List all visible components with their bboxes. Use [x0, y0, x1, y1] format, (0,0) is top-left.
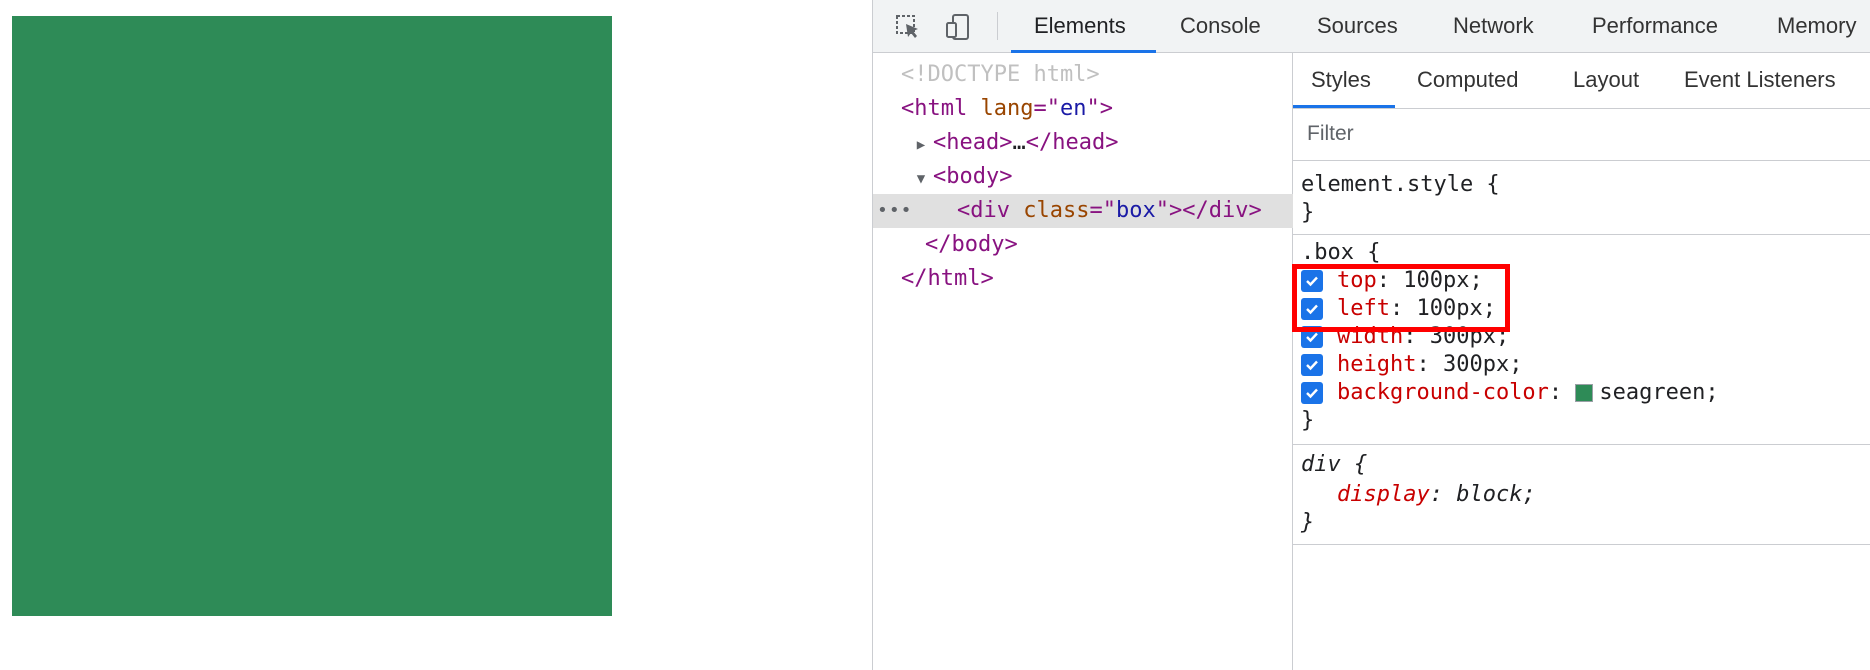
html-close-tag-name: html [927, 266, 981, 291]
subtab-styles[interactable]: Styles [1311, 53, 1371, 107]
element-style-selector[interactable]: element.style { [1301, 171, 1500, 199]
filter-bar [1293, 109, 1870, 161]
page-viewport [0, 0, 872, 670]
head-collapsed-ellipsis[interactable]: … [1012, 130, 1025, 155]
devtools-toolbar: Elements Console Sources Network Perform… [873, 0, 1870, 53]
prop-left-value[interactable]: 100px; [1416, 295, 1495, 323]
styles-pane: Styles Computed Layout Event Listeners e… [1293, 53, 1870, 670]
toolbar-separator [997, 12, 998, 40]
dom-body-node[interactable]: ▼ <body> [873, 160, 1293, 194]
prop-left-checkbox[interactable] [1301, 298, 1323, 320]
tab-network[interactable]: Network [1453, 0, 1534, 52]
head-close-tag-name: head [1052, 130, 1106, 155]
div-tag-name: div [970, 198, 1010, 223]
prop-height-name[interactable]: height [1337, 351, 1416, 379]
html-attr-value: en [1059, 96, 1087, 121]
tab-console[interactable]: Console [1180, 0, 1261, 52]
element-style-close-brace: } [1301, 200, 1315, 225]
dom-doctype[interactable]: <!DOCTYPE html> [873, 58, 1293, 92]
subtab-layout[interactable]: Layout [1573, 53, 1639, 107]
div-attr-name: class [1023, 198, 1090, 223]
seagreen-box[interactable] [12, 16, 612, 616]
html-attr-name: lang [980, 96, 1034, 121]
user-agent-div-rule: div { display: block; } [1293, 445, 1870, 545]
tab-performance[interactable]: Performance [1592, 0, 1718, 52]
checkmark-icon [1306, 304, 1318, 315]
subtab-event-listeners[interactable]: Event Listeners [1684, 53, 1836, 107]
div-rule-prop-name[interactable]: display [1337, 482, 1430, 507]
html-tag-name: html [914, 96, 968, 121]
prop-left: left: 100px; [1301, 295, 1496, 323]
element-style-rule: element.style { } [1293, 161, 1870, 235]
checkmark-icon [1306, 388, 1318, 399]
checkmark-icon [1306, 332, 1318, 343]
tab-elements[interactable]: Elements [1034, 0, 1126, 52]
devtools-panel: Elements Console Sources Network Perform… [872, 0, 1870, 670]
box-rule: .box { top: 100px; left: 100px; width: 3… [1293, 235, 1870, 445]
subtab-computed[interactable]: Computed [1417, 53, 1519, 107]
expand-triangle-icon[interactable]: ▶ [909, 128, 933, 162]
dom-body-close[interactable]: </body> [873, 228, 1293, 262]
styles-filter-input[interactable] [1301, 117, 1861, 151]
prop-width: width: 300px; [1301, 323, 1509, 351]
dom-div-node-selected[interactable]: ••• <div class="box"></div> [873, 194, 1293, 228]
div-attr-value: box [1115, 198, 1156, 223]
page: Elements Console Sources Network Perform… [0, 0, 1870, 670]
active-subtab-indicator [1293, 105, 1395, 108]
prop-background-color-name[interactable]: background-color [1337, 379, 1549, 407]
prop-width-value[interactable]: 300px; [1430, 323, 1509, 351]
dom-html-node[interactable]: <html lang="en"> [873, 92, 1293, 126]
body-close-tag-name: body [951, 232, 1005, 257]
div-rule-prop-value[interactable]: block; [1456, 482, 1535, 507]
prop-top: top: 100px; [1301, 267, 1483, 295]
prop-width-name[interactable]: width [1337, 323, 1403, 351]
div-rule-selector[interactable]: div { [1301, 451, 1367, 479]
prop-background-color-value[interactable]: seagreen; [1599, 379, 1718, 407]
tab-memory[interactable]: Memory [1777, 0, 1856, 52]
checkmark-icon [1306, 276, 1318, 287]
inspect-element-icon[interactable] [893, 12, 923, 42]
prop-top-name[interactable]: top [1337, 267, 1377, 295]
div-rule-close-brace: } [1301, 510, 1315, 535]
doctype-text: <!DOCTYPE html> [901, 62, 1100, 87]
collapse-triangle-icon[interactable]: ▼ [909, 162, 933, 196]
prop-height-value[interactable]: 300px; [1443, 351, 1522, 379]
head-tag-name: head [946, 130, 1000, 155]
dom-head-node[interactable]: ▶ <head>…</head> [873, 126, 1293, 160]
checkmark-icon [1306, 360, 1318, 371]
more-options-icon[interactable]: ••• [877, 194, 913, 228]
prop-left-name[interactable]: left [1337, 295, 1390, 323]
tab-sources[interactable]: Sources [1317, 0, 1398, 52]
prop-height: height: 300px; [1301, 351, 1522, 379]
prop-height-checkbox[interactable] [1301, 354, 1323, 376]
prop-background-color: background-color: seagreen; [1301, 379, 1719, 407]
box-rule-selector[interactable]: .box { [1301, 239, 1380, 267]
body-tag-name: body [946, 164, 1000, 189]
prop-width-checkbox[interactable] [1301, 326, 1323, 348]
prop-background-color-checkbox[interactable] [1301, 382, 1323, 404]
div-rule-property: display: block; [1337, 482, 1536, 507]
styles-subtabs: Styles Computed Layout Event Listeners [1293, 53, 1870, 109]
device-toolbar-icon[interactable] [943, 12, 973, 42]
dom-html-close[interactable]: </html> [873, 262, 1293, 296]
prop-top-checkbox[interactable] [1301, 270, 1323, 292]
prop-top-value[interactable]: 100px; [1403, 267, 1482, 295]
div-close-tag-name: div [1208, 198, 1249, 223]
box-rule-close-brace: } [1301, 408, 1315, 433]
dom-tree: <!DOCTYPE html> <html lang="en"> ▶ <head>… [873, 53, 1293, 670]
color-swatch[interactable] [1575, 384, 1594, 402]
